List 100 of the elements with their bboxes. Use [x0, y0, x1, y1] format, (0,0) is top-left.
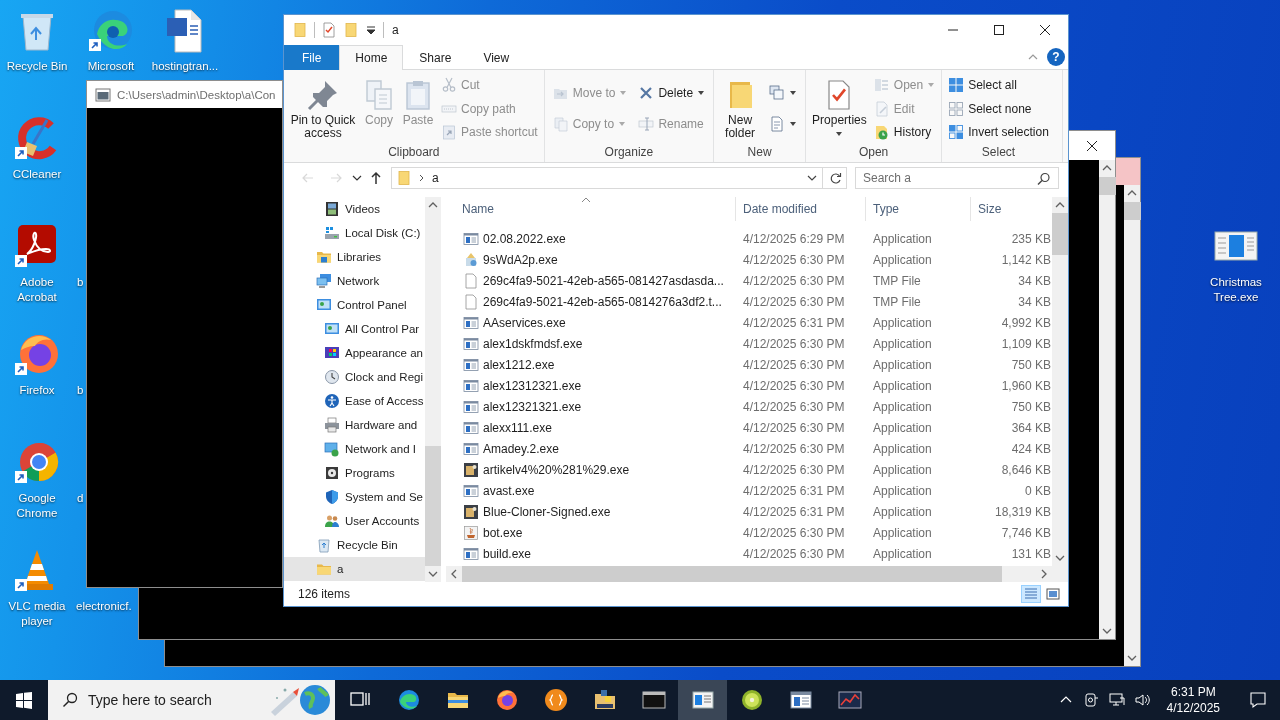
- file-name[interactable]: artikelv4%20%281%29.exe: [483, 462, 630, 477]
- search-field[interactable]: Search a: [855, 167, 1059, 189]
- help-button[interactable]: ?: [1047, 48, 1065, 66]
- column-header[interactable]: Name: [446, 197, 736, 221]
- refresh-button[interactable]: [823, 167, 847, 189]
- ribbon-tab[interactable]: View: [467, 45, 526, 70]
- group-label: Organize: [603, 144, 655, 161]
- file-row[interactable]: alexx111.exe 4/12/2025 6:30 PM Application 364 KB: [446, 417, 1052, 438]
- ribbon-tab[interactable]: Share: [403, 45, 468, 70]
- column-header[interactable]: Type: [866, 197, 971, 221]
- file-row[interactable]: 9sWdA2p.exe 4/12/2025 6:30 PM Application 1,142 KB: [446, 249, 1052, 270]
- table-cell-text: 424 KB: [1010, 440, 1052, 458]
- file-row[interactable]: avast.exe 4/12/2025 6:31 PM Application 0 KB: [446, 480, 1052, 501]
- file-row[interactable]: Blue-Cloner-Signed.exe 4/12/2025 6:31 PM Application 18,319 KB: [446, 501, 1052, 522]
- ribbon-button[interactable]: Select all: [945, 74, 1052, 97]
- file-row[interactable]: build.exe 4/12/2025 6:30 PM Application 131 KB: [446, 543, 1052, 564]
- properties-icon[interactable]: [321, 22, 337, 38]
- coffee-cup-icon: [463, 524, 479, 541]
- file-name[interactable]: 02.08.2022.exe: [483, 231, 566, 246]
- file-name[interactable]: bot.exe: [483, 525, 523, 540]
- file-row[interactable]: alex12312321.exe 4/12/2025 6:30 PM Application 1,960 KB: [446, 375, 1052, 396]
- file-name[interactable]: alex12321321.exe: [483, 399, 582, 414]
- file-row[interactable]: Amadey.2.exe 4/12/2025 6:30 PM Application 424 KB: [446, 438, 1052, 459]
- open-icon: [873, 77, 890, 94]
- ribbon-button[interactable]: Properties: [809, 73, 870, 144]
- tree-item[interactable]: User Accounts: [284, 509, 425, 533]
- tree-item[interactable]: Appearance an: [284, 341, 425, 365]
- table-cell-text: 4/12/2025 6:31 PM: [742, 503, 846, 521]
- ribbon-tab[interactable]: Home: [339, 45, 404, 70]
- vertical-scrollbar[interactable]: [1124, 185, 1140, 666]
- tree-item[interactable]: Clock and Regi: [284, 365, 425, 389]
- file-row[interactable]: alex1212.exe 4/12/2025 6:30 PM Application 750 KB: [446, 354, 1052, 375]
- ribbon-button[interactable]: New folder: [717, 73, 764, 144]
- vertical-scrollbar[interactable]: [425, 197, 441, 582]
- table-cell-text: 1,960 KB: [1000, 377, 1052, 395]
- network-icon[interactable]: [1108, 692, 1125, 708]
- file-row[interactable]: artikelv4%20%281%29.exe 4/12/2025 6:30 PM Application 8,646 KB: [446, 459, 1052, 480]
- ribbon-button[interactable]: Pin to Quick access: [287, 73, 359, 144]
- file-name[interactable]: alex1dskfmdsf.exe: [483, 336, 583, 351]
- vertical-scrollbar[interactable]: [1099, 160, 1115, 639]
- device-icon[interactable]: [1082, 692, 1099, 708]
- column-header[interactable]: Date modified: [736, 197, 866, 221]
- file-name[interactable]: Blue-Cloner-Signed.exe: [483, 504, 611, 519]
- tree-item[interactable]: Local Disk (C:): [284, 221, 425, 245]
- file-name[interactable]: alexx111.exe: [483, 420, 552, 435]
- table-cell-text: TMP File: [872, 272, 922, 290]
- file-row[interactable]: AAservices.exe 4/12/2025 6:31 PM Application 4,992 KB: [446, 312, 1052, 333]
- address-bar[interactable]: a: [391, 167, 823, 189]
- tree-item[interactable]: System and Se: [284, 485, 425, 509]
- file-row[interactable]: bot.exe 4/12/2025 6:30 PM Application 7,746 KB: [446, 522, 1052, 543]
- breadcrumb[interactable]: a: [432, 171, 439, 185]
- file-row[interactable]: alex1dskfmdsf.exe 4/12/2025 6:30 PM Application 1,109 KB: [446, 333, 1052, 354]
- program-window-icon: [463, 419, 479, 436]
- file-row[interactable]: 269c4fa9-5021-42eb-a565-081427asdasda... 4/12/2025 6:30 PM TMP File 34 KB: [446, 270, 1052, 291]
- file-name[interactable]: alex12312321.exe: [483, 378, 582, 393]
- icon-label[interactable]: Christmas Tree.exe: [1199, 275, 1273, 305]
- file-name[interactable]: 269c4fa9-5021-42eb-a565-0814276a3df2.t...: [483, 294, 722, 309]
- printer-icon: [324, 417, 340, 433]
- tree-item[interactable]: Network: [284, 269, 425, 293]
- tree-item[interactable]: Hardware and: [284, 413, 425, 437]
- view-button[interactable]: [1043, 585, 1063, 603]
- caret-icon[interactable]: [365, 24, 377, 36]
- file-name[interactable]: 269c4fa9-5021-42eb-a565-081427asdasda...: [483, 273, 724, 288]
- file-name[interactable]: AAservices.exe: [483, 315, 566, 330]
- search-box[interactable]: Type here to search: [48, 680, 335, 720]
- speaker-icon[interactable]: [1134, 692, 1151, 708]
- file-row[interactable]: 02.08.2022.exe 4/12/2025 6:29 PM Application 235 KB: [446, 228, 1052, 249]
- scrollbar-thumb[interactable]: [1052, 213, 1068, 255]
- installer-icon: [463, 251, 479, 268]
- file-row[interactable]: alex12321321.exe 4/12/2025 6:30 PM Application 750 KB: [446, 396, 1052, 417]
- ribbon-button[interactable]: Select none: [945, 97, 1052, 120]
- tree-item[interactable]: Network and I: [284, 437, 425, 461]
- scrollbar-thumb[interactable]: [425, 446, 441, 566]
- kiwi-icon: [739, 688, 764, 712]
- tree-item[interactable]: a: [284, 557, 425, 581]
- file-name[interactable]: alex1212.exe: [483, 357, 555, 372]
- clock[interactable]: 6:31 PM 4/12/2025: [1160, 684, 1226, 716]
- ribbon-button[interactable]: History: [870, 120, 939, 143]
- ribbon-button[interactable]: Delete: [635, 82, 709, 104]
- file-name[interactable]: Amadey.2.exe: [483, 441, 559, 456]
- group-label: Select: [980, 144, 1017, 161]
- tree-item[interactable]: Control Panel: [284, 293, 425, 317]
- tree-item[interactable]: Programs: [284, 461, 425, 485]
- tree-item[interactable]: Recycle Bin: [284, 533, 425, 557]
- tree-item[interactable]: Libraries: [284, 245, 425, 269]
- file-row[interactable]: 269c4fa9-5021-42eb-a565-0814276a3df2.t... 4/12/2025 6:30 PM TMP File 34 KB: [446, 291, 1052, 312]
- table-cell-text: 4/12/2025 6:30 PM: [742, 545, 846, 563]
- maximize-icon: [993, 24, 1005, 36]
- tree-item[interactable]: Videos: [284, 197, 425, 221]
- file-name[interactable]: 9sWdA2p.exe: [483, 252, 558, 267]
- vertical-scrollbar[interactable]: [1052, 197, 1068, 566]
- file-name[interactable]: build.exe: [483, 546, 532, 561]
- taskbar-button[interactable]: [678, 680, 727, 720]
- ribbon-tab[interactable]: File: [284, 45, 340, 70]
- table-cell-text: Application: [872, 524, 933, 542]
- column-header[interactable]: Size: [971, 197, 1052, 221]
- tree-item[interactable]: Ease of Access: [284, 389, 425, 413]
- ribbon-button[interactable]: Invert selection: [945, 120, 1052, 143]
- tree-item[interactable]: All Control Par: [284, 317, 425, 341]
- file-name[interactable]: avast.exe: [483, 483, 535, 498]
